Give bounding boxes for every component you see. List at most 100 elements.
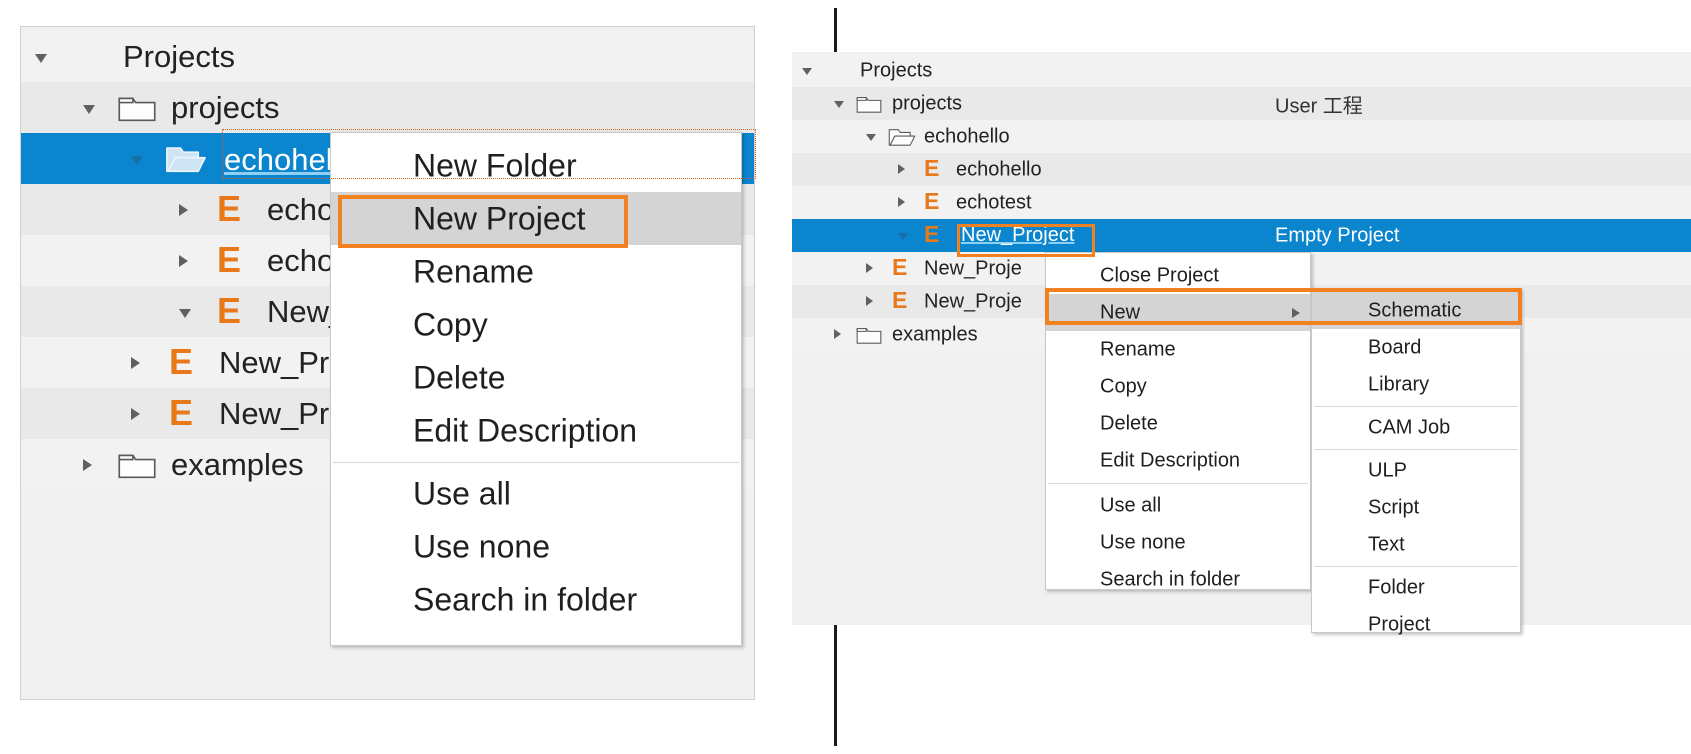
- project-icon: E: [169, 395, 193, 431]
- tree-item-label: projects: [171, 89, 280, 125]
- tree-item-note: User 工程: [1275, 95, 1363, 117]
- folder-icon: [856, 94, 882, 119]
- menu-item[interactable]: New Project: [331, 192, 741, 245]
- folder-closed-icon: [118, 97, 156, 122]
- project-icon: E: [217, 239, 241, 280]
- folder-closed-icon: [856, 97, 882, 113]
- tree-row[interactable]: projects: [21, 82, 754, 133]
- menu-item-label: Folder: [1368, 576, 1425, 598]
- menu-item[interactable]: Folder: [1312, 569, 1520, 606]
- menu-item-label: ULP: [1368, 459, 1407, 481]
- submenu-arrow-icon: [1292, 308, 1300, 318]
- eagle-e-icon: E: [169, 341, 193, 382]
- left-context-menu-items: New Folder New Project Rename Copy Delete Edi…: [331, 133, 741, 645]
- menu-item[interactable]: Copy: [331, 298, 741, 351]
- right-context-menu: Close Project New Rename Copy Delete Edit Des…: [1045, 252, 1311, 590]
- menu-item[interactable]: Project: [1312, 606, 1520, 643]
- menu-item[interactable]: Board: [1312, 329, 1520, 366]
- eagle-e-icon: E: [892, 287, 907, 313]
- twisty-collapsed-icon[interactable]: [834, 329, 841, 339]
- menu-item[interactable]: Rename: [1046, 331, 1310, 368]
- folder-icon: [117, 450, 157, 485]
- project-icon: E: [892, 256, 907, 279]
- tree-item-label: echotest: [956, 191, 1032, 213]
- menu-item-label: Edit Description: [1100, 449, 1241, 471]
- menu-item[interactable]: Use none: [331, 520, 741, 573]
- menu-item-label: New Folder: [413, 147, 577, 183]
- menu-item[interactable]: Library: [1312, 366, 1520, 403]
- menu-item-label: New: [1100, 301, 1141, 323]
- menu-item[interactable]: Copy: [1046, 368, 1310, 405]
- menu-item-label: Use all: [413, 475, 511, 511]
- tree-row[interactable]: Eechotest: [792, 186, 1691, 219]
- twisty-collapsed-icon[interactable]: [179, 255, 188, 267]
- tree-item-label: Projects: [860, 59, 933, 81]
- twisty-expanded-icon[interactable]: [35, 54, 47, 63]
- menu-item-label: Copy: [1100, 375, 1147, 397]
- twisty-expanded-icon[interactable]: [83, 105, 95, 114]
- project-icon: E: [217, 191, 241, 227]
- menu-item[interactable]: New: [1046, 294, 1310, 331]
- menu-item-label: Use none: [413, 528, 550, 564]
- twisty-collapsed-icon[interactable]: [83, 459, 92, 471]
- tree-item-label: examples: [892, 323, 978, 345]
- tree-row[interactable]: projects User 工程: [792, 87, 1691, 120]
- twisty-collapsed-icon[interactable]: [179, 204, 188, 216]
- twisty-collapsed-icon[interactable]: [898, 164, 905, 174]
- twisty-expanded-icon[interactable]: [834, 101, 844, 108]
- folder-closed-icon: [118, 454, 156, 479]
- menu-item[interactable]: Use none: [1046, 524, 1310, 561]
- twisty-expanded-icon[interactable]: [802, 68, 812, 75]
- menu-item[interactable]: Close Project: [1046, 257, 1310, 294]
- tree-row[interactable]: Projects: [792, 54, 1691, 87]
- menu-item[interactable]: Edit Description: [1046, 442, 1310, 479]
- eagle-e-icon: E: [217, 290, 241, 331]
- left-context-menu: New Folder New Project Rename Copy Delete Edi…: [330, 132, 742, 646]
- twisty-expanded-icon[interactable]: [866, 134, 876, 141]
- menu-item-label: Delete: [413, 359, 506, 395]
- tree-item-label: New_Proje: [924, 290, 1022, 312]
- twisty-collapsed-icon[interactable]: [866, 263, 873, 273]
- tree-item-label: echohello: [924, 125, 1010, 147]
- menu-item-label: Schematic: [1368, 299, 1462, 321]
- menu-item-label: Text: [1368, 533, 1405, 555]
- folder-open-icon: [166, 147, 206, 173]
- menu-item-label: Library: [1368, 373, 1430, 395]
- tree-row[interactable]: E New_Project Empty Project: [792, 219, 1691, 252]
- menu-item[interactable]: Delete: [331, 351, 741, 404]
- tree-item-label: New_Proje: [924, 257, 1022, 279]
- menu-item[interactable]: Edit Description: [331, 404, 741, 457]
- menu-item[interactable]: Use all: [331, 467, 741, 520]
- eagle-e-icon: E: [924, 155, 939, 181]
- menu-item[interactable]: Text: [1312, 526, 1520, 563]
- eagle-e-icon: E: [217, 239, 241, 280]
- twisty-expanded-icon[interactable]: [898, 233, 908, 240]
- tree-row[interactable]: Eechohello: [792, 153, 1691, 186]
- tree-row[interactable]: Projects: [21, 31, 754, 82]
- tree-item-note: Empty Project: [1275, 224, 1400, 246]
- twisty-collapsed-icon[interactable]: [898, 197, 905, 207]
- menu-item[interactable]: Rename: [331, 245, 741, 298]
- menu-item[interactable]: Script: [1312, 489, 1520, 526]
- twisty-collapsed-icon[interactable]: [131, 408, 140, 420]
- menu-item[interactable]: CAM Job: [1312, 409, 1520, 446]
- twisty-collapsed-icon[interactable]: [866, 296, 873, 306]
- twisty-collapsed-icon[interactable]: [131, 357, 140, 369]
- menu-item[interactable]: Delete: [1046, 405, 1310, 442]
- menu-item-label: Close Project: [1100, 264, 1219, 286]
- menu-item[interactable]: Search in folder: [331, 573, 741, 626]
- menu-item-label: Delete: [1100, 412, 1158, 434]
- menu-item-label: Search in folder: [413, 581, 638, 617]
- menu-item[interactable]: New Folder: [331, 139, 741, 192]
- twisty-expanded-icon[interactable]: [179, 309, 191, 318]
- twisty-expanded-icon[interactable]: [131, 156, 143, 165]
- menu-item[interactable]: Schematic: [1312, 292, 1520, 329]
- menu-item[interactable]: Search in folder: [1046, 561, 1310, 598]
- rename-input[interactable]: New_Project: [956, 223, 1080, 248]
- menu-item[interactable]: Use all: [1046, 487, 1310, 524]
- menu-item-label: Edit Description: [413, 412, 638, 448]
- menu-item[interactable]: ULP: [1312, 452, 1520, 489]
- folder-closed-icon: [856, 328, 882, 344]
- menu-item-label: Board: [1368, 336, 1422, 358]
- tree-row[interactable]: echohello: [792, 120, 1691, 153]
